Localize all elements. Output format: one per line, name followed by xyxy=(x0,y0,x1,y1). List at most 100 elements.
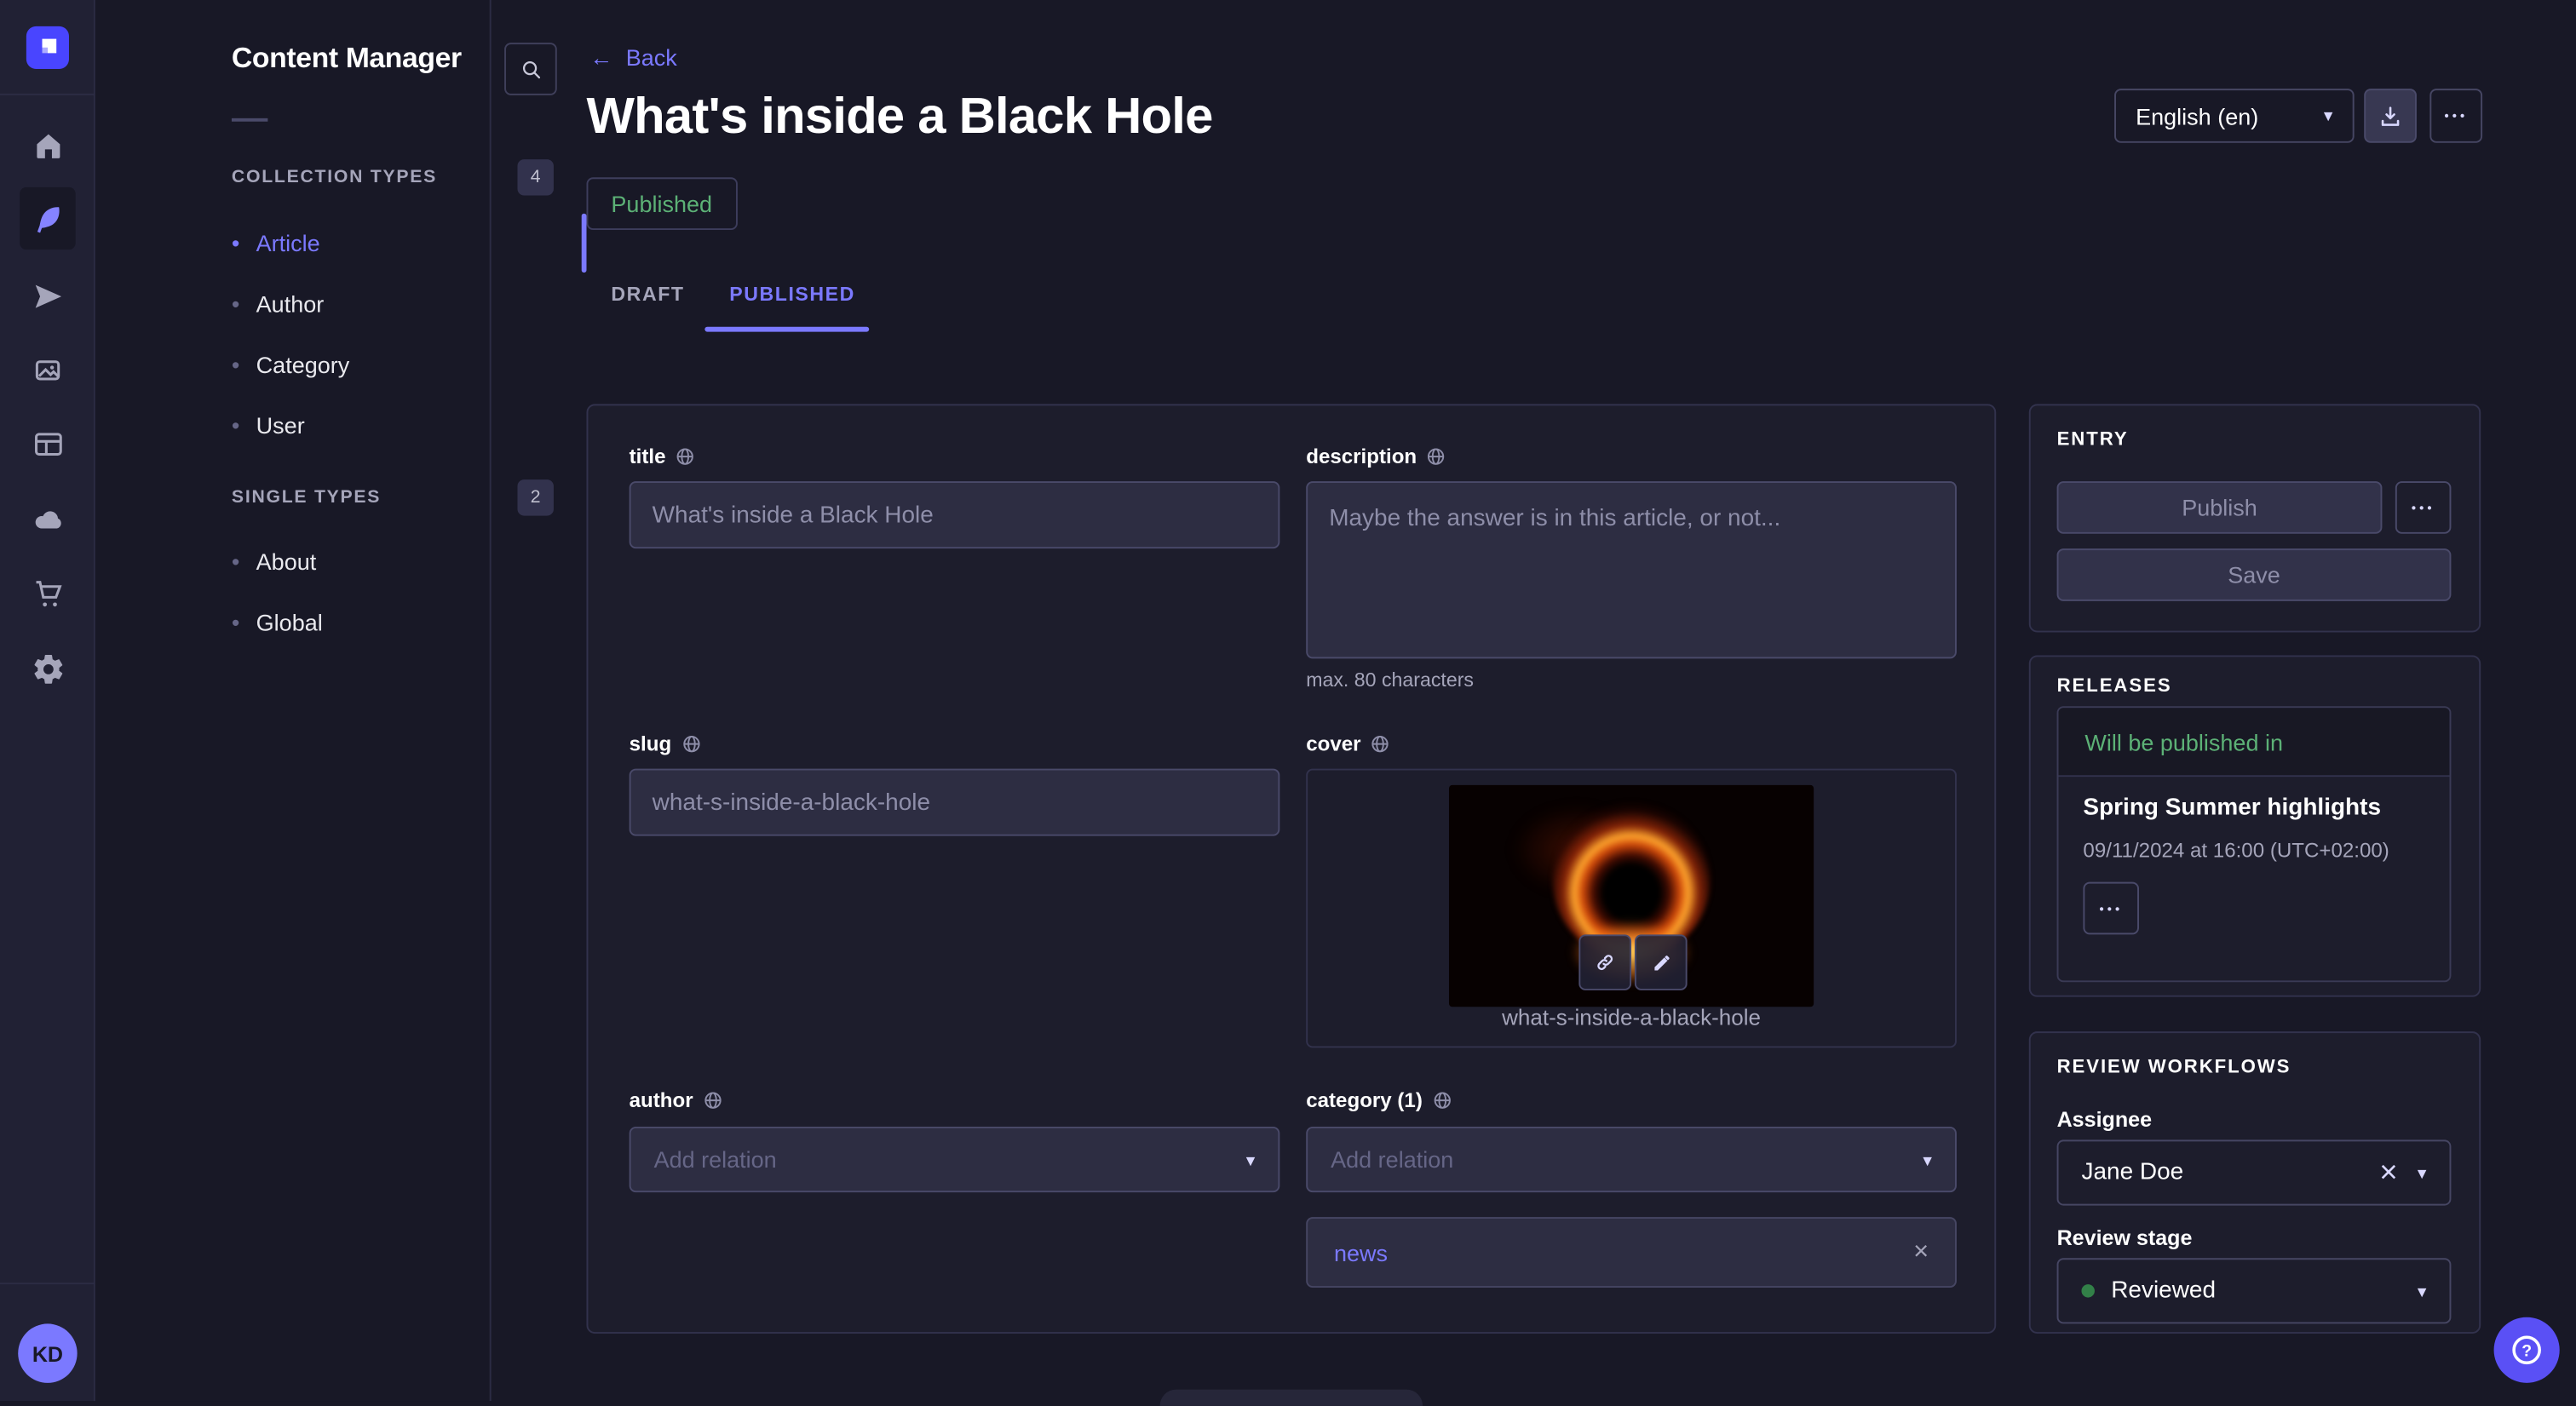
sidebar-item-label: User xyxy=(256,412,305,439)
chevron-down-icon: ▾ xyxy=(2324,105,2333,126)
more-options-button[interactable]: ••• xyxy=(2429,89,2482,143)
link-icon xyxy=(1594,951,1617,974)
tab-published[interactable]: PUBLISHED xyxy=(729,283,855,306)
content-type-builder-nav-icon[interactable] xyxy=(18,414,77,473)
bullet-icon: • xyxy=(232,611,239,634)
entry-more-button[interactable]: ••• xyxy=(2395,481,2452,534)
globe-icon xyxy=(681,734,701,754)
sidebar-item-user[interactable]: • User xyxy=(232,407,543,443)
more-icon: ••• xyxy=(2099,901,2123,915)
more-icon: ••• xyxy=(2444,108,2468,123)
active-tab-indicator xyxy=(704,327,869,332)
cover-field-label: cover xyxy=(1306,732,1390,755)
cover-copy-link-button[interactable] xyxy=(1578,934,1631,990)
category-field-label: category (1) xyxy=(1306,1089,1452,1112)
chevron-down-icon: ▾ xyxy=(1923,1149,1932,1170)
field-label-text: cover xyxy=(1306,732,1360,755)
app-window: KD Content Manager COLLECTION TYPES 4 • … xyxy=(0,0,2576,1401)
next-section-peek xyxy=(1160,1390,1423,1406)
main-nav-rail: KD xyxy=(0,0,95,1401)
locale-value: English (en) xyxy=(2136,103,2258,129)
single-types-heading: SINGLE TYPES xyxy=(232,488,381,508)
assignee-label: Assignee xyxy=(2057,1107,2152,1132)
sidebar-item-label: Author xyxy=(256,290,325,317)
title-input[interactable] xyxy=(630,481,1280,548)
sidebar-item-label: Category xyxy=(256,352,350,378)
marketplace-cart-nav-icon[interactable] xyxy=(18,564,77,623)
search-button[interactable] xyxy=(504,43,557,95)
sidebar-item-label: About xyxy=(256,548,317,575)
content-manager-panel: Content Manager COLLECTION TYPES 4 • Art… xyxy=(95,0,492,1401)
field-label-text: author xyxy=(630,1089,693,1112)
search-icon xyxy=(518,57,543,82)
tab-draft[interactable]: DRAFT xyxy=(611,283,684,306)
description-textarea[interactable]: Maybe the answer is in this article, or … xyxy=(1306,481,1957,658)
sidebar-item-author[interactable]: • Author xyxy=(232,286,543,322)
home-nav-icon[interactable] xyxy=(18,115,77,174)
back-link[interactable]: ← Back xyxy=(589,44,676,71)
publish-button[interactable]: Publish xyxy=(2057,481,2383,534)
help-button[interactable]: ? xyxy=(2494,1317,2560,1383)
stage-value: Reviewed xyxy=(2111,1277,2216,1304)
media-library-nav-icon[interactable] xyxy=(18,340,77,399)
chevron-down-icon: ▾ xyxy=(2418,1162,2427,1183)
description-field-label: description xyxy=(1306,445,1446,468)
release-more-button[interactable]: ••• xyxy=(2083,882,2139,935)
field-label-text: description xyxy=(1306,445,1417,468)
chevron-down-icon: ▾ xyxy=(1246,1149,1256,1170)
globe-icon xyxy=(703,1091,722,1110)
entry-panel-heading: ENTRY xyxy=(2057,430,2129,450)
deploy-cloud-nav-icon[interactable] xyxy=(18,490,77,548)
category-relation-select[interactable]: Add relation ▾ xyxy=(1306,1127,1957,1192)
globe-icon xyxy=(1432,1091,1452,1110)
releases-nav-icon[interactable] xyxy=(18,266,77,324)
remove-relation-icon[interactable]: × xyxy=(1913,1239,1929,1265)
bullet-icon: • xyxy=(232,414,239,437)
panel-title: Content Manager xyxy=(232,41,462,75)
collection-types-count: 4 xyxy=(518,159,554,195)
review-workflows-heading: REVIEW WORKFLOWS xyxy=(2057,1058,2291,1077)
clear-assignee-icon[interactable]: × xyxy=(2379,1157,2397,1189)
field-label-text: slug xyxy=(630,732,672,755)
sidebar-item-article[interactable]: • Article xyxy=(232,225,543,261)
globe-icon xyxy=(1371,734,1390,754)
bullet-icon: • xyxy=(232,550,239,573)
back-label: Back xyxy=(626,44,677,71)
description-helper-text: max. 80 characters xyxy=(1306,669,1474,692)
relation-link-news[interactable]: news xyxy=(1334,1239,1388,1265)
save-button[interactable]: Save xyxy=(2057,548,2452,601)
slug-input[interactable] xyxy=(630,769,1280,836)
strapi-logo-glyph xyxy=(35,35,61,61)
chevron-down-icon: ▾ xyxy=(2418,1280,2427,1301)
panel-divider xyxy=(232,118,267,122)
status-badge: Published xyxy=(587,177,737,230)
sidebar-item-global[interactable]: • Global xyxy=(232,605,543,640)
cover-filename: what-s-inside-a-black-hole xyxy=(1306,1005,1957,1030)
release-date: 09/11/2024 at 16:00 (UTC+02:00) xyxy=(2083,839,2389,862)
release-name: Spring Summer highlights xyxy=(2083,795,2381,821)
bullet-icon: • xyxy=(232,232,239,255)
assignee-combobox[interactable]: Jane Doe × ▾ xyxy=(2057,1139,2452,1205)
download-icon xyxy=(2378,103,2404,129)
globe-icon xyxy=(1427,447,1446,467)
sidebar-item-label: Article xyxy=(256,230,320,256)
author-relation-select[interactable]: Add relation ▾ xyxy=(630,1127,1280,1192)
more-icon: ••• xyxy=(2412,500,2435,514)
settings-gear-nav-icon[interactable] xyxy=(18,639,77,697)
strapi-logo[interactable] xyxy=(26,26,69,69)
user-avatar[interactable]: KD xyxy=(18,1323,77,1382)
cover-edit-button[interactable] xyxy=(1635,934,1688,990)
assignee-value: Jane Doe xyxy=(2082,1160,2184,1186)
bullet-icon: • xyxy=(232,292,239,315)
locale-select[interactable]: English (en) ▾ xyxy=(2114,89,2355,143)
content-manager-nav-icon[interactable] xyxy=(20,187,76,250)
sidebar-item-about[interactable]: • About xyxy=(232,543,543,579)
field-label-text: title xyxy=(630,445,666,468)
sidebar-item-category[interactable]: • Category xyxy=(232,347,543,382)
download-button[interactable] xyxy=(2364,89,2417,143)
globe-icon xyxy=(676,447,695,467)
review-stage-select[interactable]: Reviewed ▾ xyxy=(2057,1258,2452,1323)
review-stage-label: Review stage xyxy=(2057,1225,2193,1250)
title-field-label: title xyxy=(630,445,696,468)
slug-field-label: slug xyxy=(630,732,701,755)
